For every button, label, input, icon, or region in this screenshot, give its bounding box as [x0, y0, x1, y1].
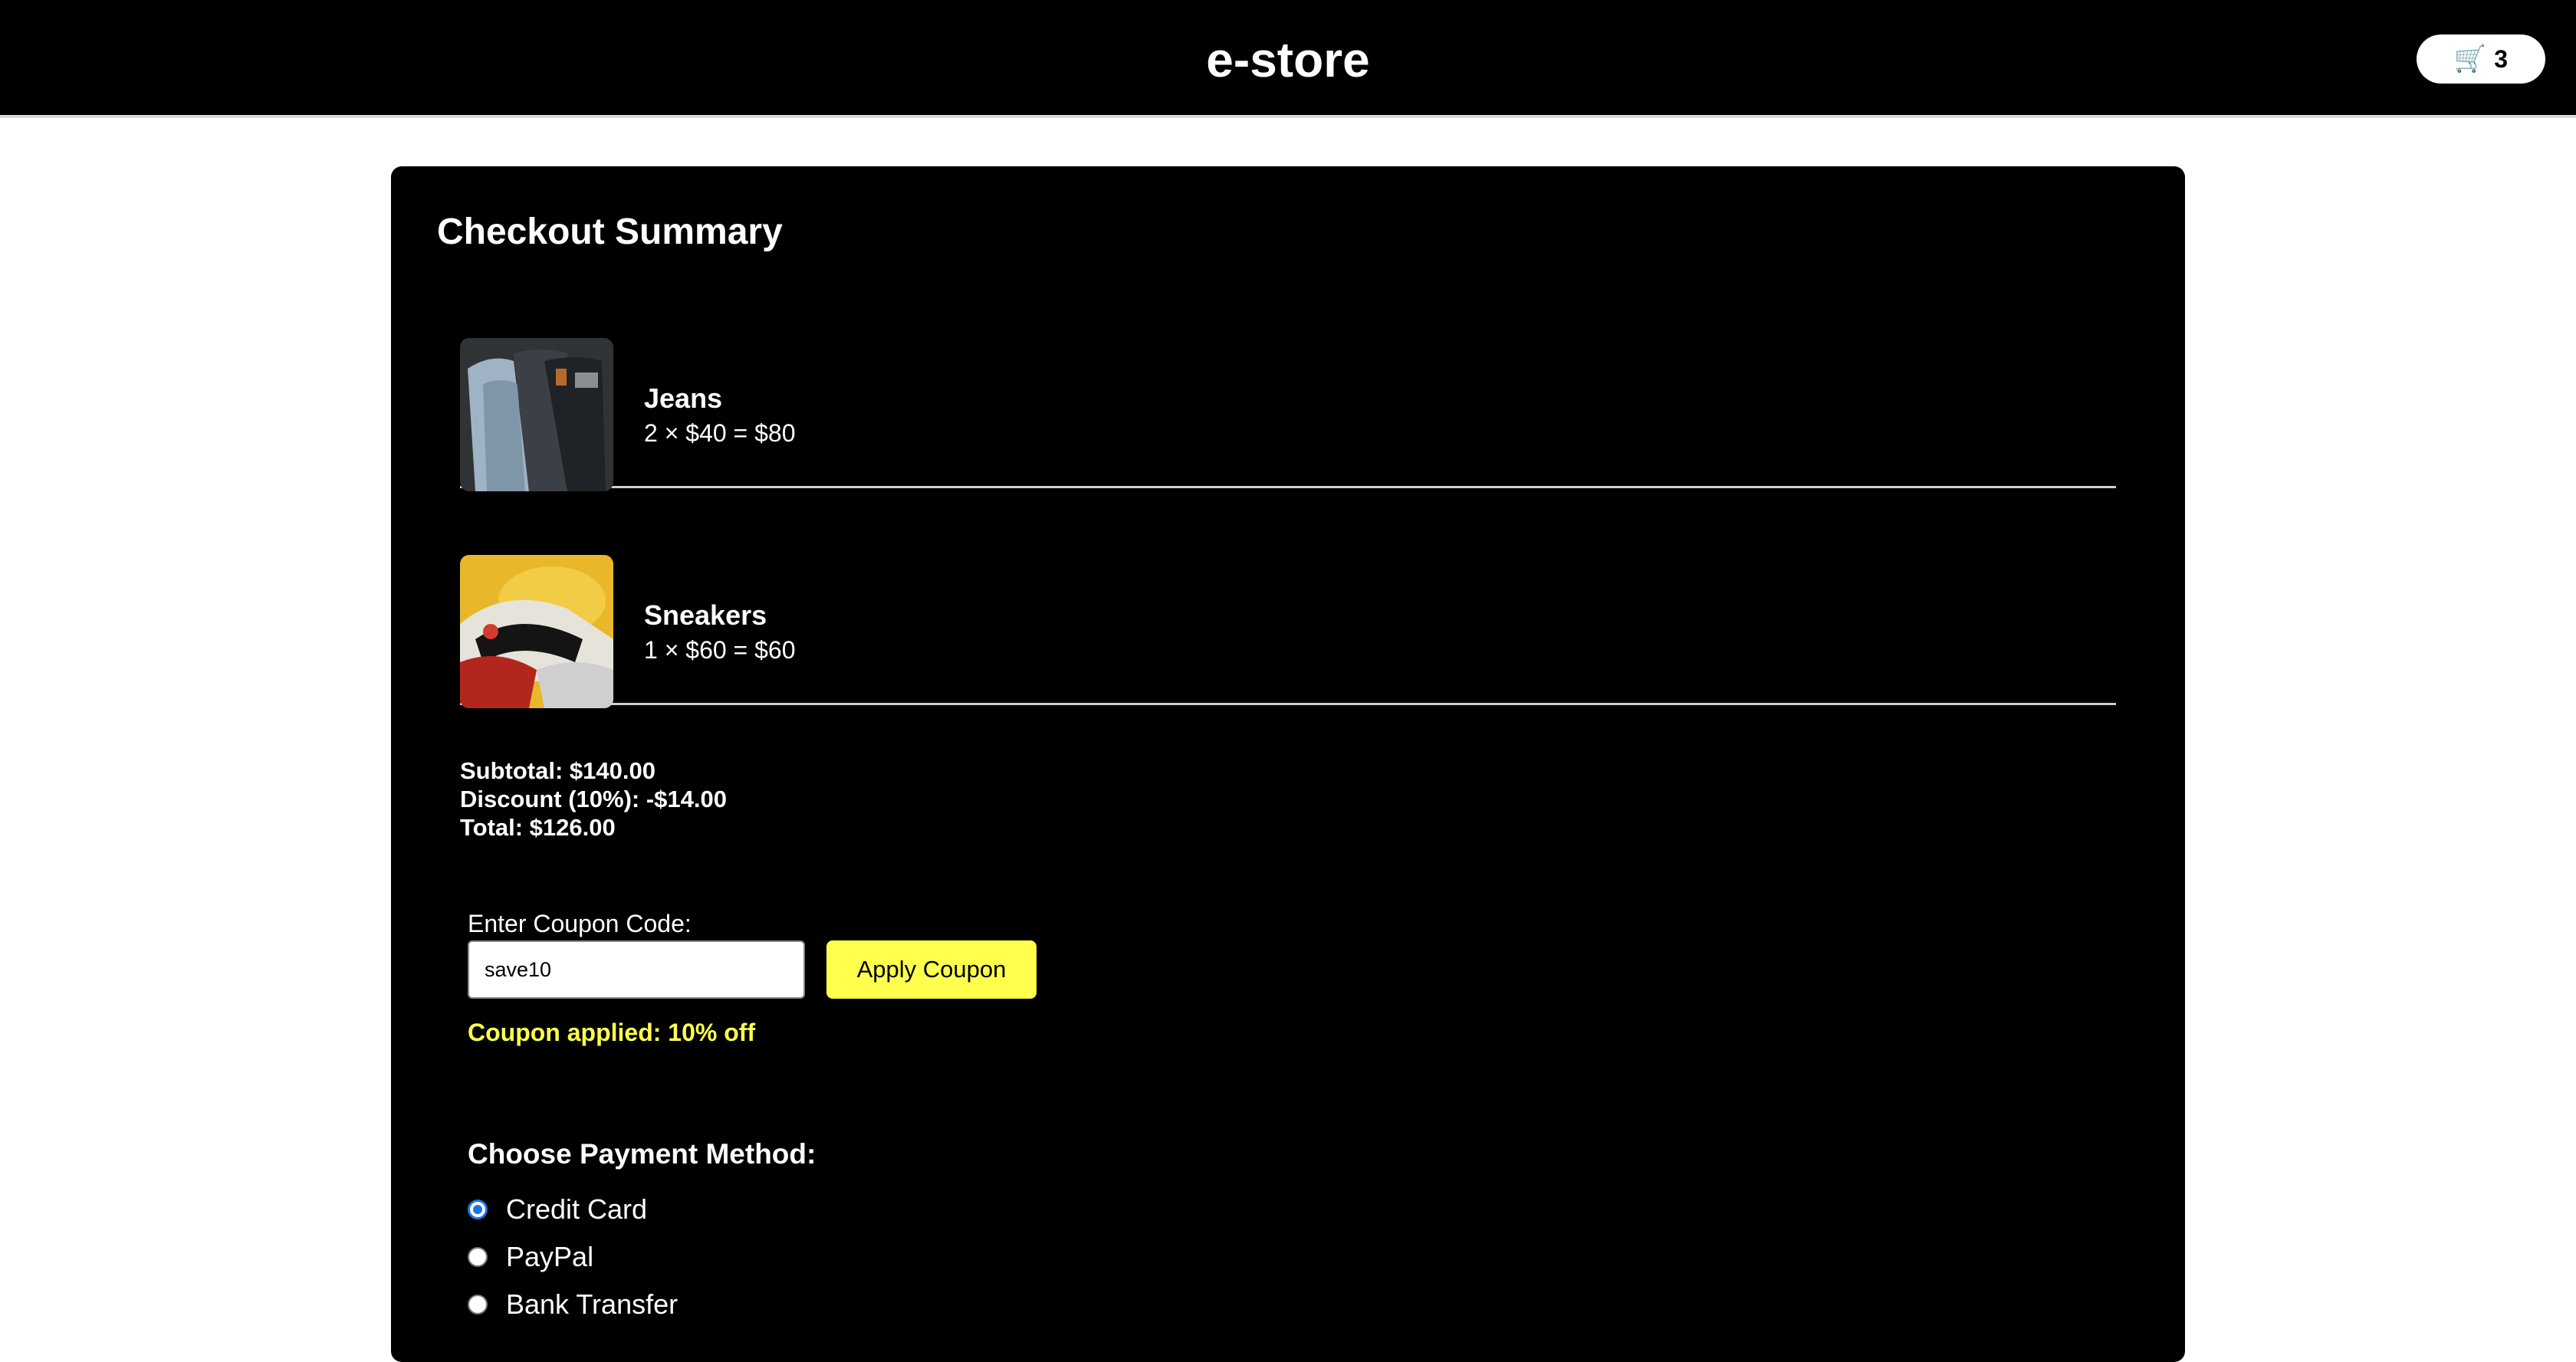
- payment-heading: Choose Payment Method:: [468, 1138, 816, 1170]
- total-text: Total: $126.00: [460, 814, 616, 841]
- top-nav-bar: e-store 🛒 3: [0, 0, 2576, 118]
- cart-count: 3: [2494, 44, 2509, 73]
- radio-credit-card[interactable]: [468, 1200, 488, 1219]
- radio-paypal[interactable]: [468, 1247, 488, 1267]
- cart-item-sneakers: Sneakers 1 × $60 = $60: [460, 529, 2116, 708]
- radio-bank-transfer[interactable]: [468, 1295, 488, 1314]
- item-price-line: 2 × $40 = $80: [644, 419, 796, 447]
- coupon-label: Enter Coupon Code:: [468, 910, 692, 937]
- apply-coupon-button[interactable]: Apply Coupon: [826, 940, 1037, 999]
- item-price-line: 1 × $60 = $60: [644, 636, 796, 664]
- cart-icon: 🛒: [2453, 44, 2487, 74]
- jeans-image: [460, 338, 613, 491]
- page-title: Checkout Summary: [437, 212, 783, 252]
- checkout-panel: Checkout Summary Jeans 2 × $40 = $80 Sne…: [391, 166, 2185, 1362]
- payment-option-label: PayPal: [506, 1241, 594, 1272]
- payment-option-paypal[interactable]: PayPal: [468, 1241, 593, 1273]
- payment-option-label: Credit Card: [506, 1193, 648, 1225]
- discount-text: Discount (10%): -$14.00: [460, 786, 727, 812]
- payment-option-bank-transfer[interactable]: Bank Transfer: [468, 1288, 678, 1321]
- subtotal-text: Subtotal: $140.00: [460, 757, 656, 784]
- payment-option-credit-card[interactable]: Credit Card: [468, 1193, 647, 1226]
- coupon-status-message: Coupon applied: 10% off: [468, 1019, 756, 1046]
- sneakers-image: [460, 555, 613, 708]
- payment-option-label: Bank Transfer: [506, 1288, 678, 1320]
- cart-item-jeans: Jeans 2 × $40 = $80: [460, 312, 2116, 491]
- item-name: Sneakers: [644, 599, 767, 631]
- order-totals: Subtotal: $140.00 Discount (10%): -$14.0…: [460, 756, 727, 842]
- brand-logo[interactable]: e-store: [0, 31, 2576, 89]
- coupon-input[interactable]: [468, 940, 805, 999]
- item-name: Jeans: [644, 382, 723, 414]
- cart-button[interactable]: 🛒 3: [2417, 34, 2545, 84]
